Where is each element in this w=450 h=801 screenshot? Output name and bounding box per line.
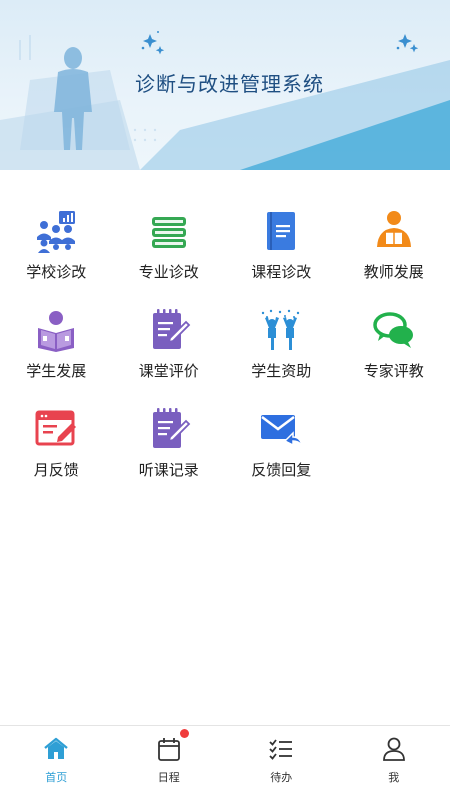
menu-item-label: 学校诊改 [26, 261, 86, 282]
menu-item-label: 月反馈 [34, 459, 79, 480]
app-title: 诊断与改进管理系统 [135, 68, 324, 97]
menu-item-monthly-feedback[interactable]: 月反馈 [0, 403, 113, 502]
header-banner: 诊断与改进管理系统 [0, 0, 450, 170]
chat-bubbles-icon [372, 308, 416, 352]
calendar-icon [155, 735, 183, 763]
people-chart-icon [34, 209, 78, 253]
tab-label: 待办 [270, 769, 292, 785]
menu-item-lecture-records[interactable]: 听课记录 [113, 403, 226, 502]
book-icon [259, 209, 303, 253]
tab-me[interactable]: 我 [338, 726, 450, 801]
tab-home[interactable]: 首页 [0, 726, 113, 801]
tab-schedule[interactable]: 日程 [113, 726, 226, 801]
menu-item-label: 教师发展 [364, 261, 424, 282]
menu-item-student-development[interactable]: 学生发展 [0, 304, 113, 403]
home-icon [42, 735, 70, 763]
grid-row: 月反馈 听课记录 [0, 403, 450, 502]
tab-label: 我 [388, 769, 399, 785]
menu-item-label: 课堂评价 [139, 360, 199, 381]
envelope-reply-icon [259, 407, 303, 451]
menu-item-label: 专家评教 [364, 360, 424, 381]
menu-item-label: 学生发展 [26, 360, 86, 381]
browser-edit-icon [34, 407, 78, 451]
menu-item-course-diagnosis[interactable]: 课程诊改 [225, 205, 338, 304]
tab-todo[interactable]: 待办 [225, 726, 338, 801]
notepad-pen-icon [147, 407, 191, 451]
teacher-icon [372, 209, 416, 253]
menu-item-major-diagnosis[interactable]: 专业诊改 [113, 205, 226, 304]
cheering-students-icon [259, 308, 303, 352]
checklist-icon [267, 735, 295, 763]
notepad-pen-icon [147, 308, 191, 352]
menu-item-label: 听课记录 [139, 459, 199, 480]
feature-grid: 学校诊改 专业诊改 [0, 205, 450, 502]
menu-item-student-aid[interactable]: 学生资助 [225, 304, 338, 403]
bottom-tab-bar: 首页 日程 待办 [0, 725, 450, 801]
user-icon [380, 735, 408, 763]
menu-item-label: 反馈回复 [251, 459, 311, 480]
books-stack-icon [147, 209, 191, 253]
grid-row: 学校诊改 专业诊改 [0, 205, 450, 304]
menu-item-teacher-development[interactable]: 教师发展 [338, 205, 450, 304]
tab-label: 首页 [45, 769, 67, 785]
menu-item-label: 专业诊改 [139, 261, 199, 282]
menu-item-class-evaluation[interactable]: 课堂评价 [113, 304, 226, 403]
menu-item-expert-evaluation[interactable]: 专家评教 [338, 304, 450, 403]
tab-label: 日程 [158, 769, 180, 785]
menu-item-school-diagnosis[interactable]: 学校诊改 [0, 205, 113, 304]
notification-badge [180, 729, 189, 738]
student-reading-icon [34, 308, 78, 352]
sparkle-icon [142, 31, 419, 54]
grid-row: 学生发展 课堂评价 [0, 304, 450, 403]
menu-item-feedback-reply[interactable]: 反馈回复 [225, 403, 338, 502]
menu-item-label: 学生资助 [251, 360, 311, 381]
menu-item-label: 课程诊改 [251, 261, 311, 282]
